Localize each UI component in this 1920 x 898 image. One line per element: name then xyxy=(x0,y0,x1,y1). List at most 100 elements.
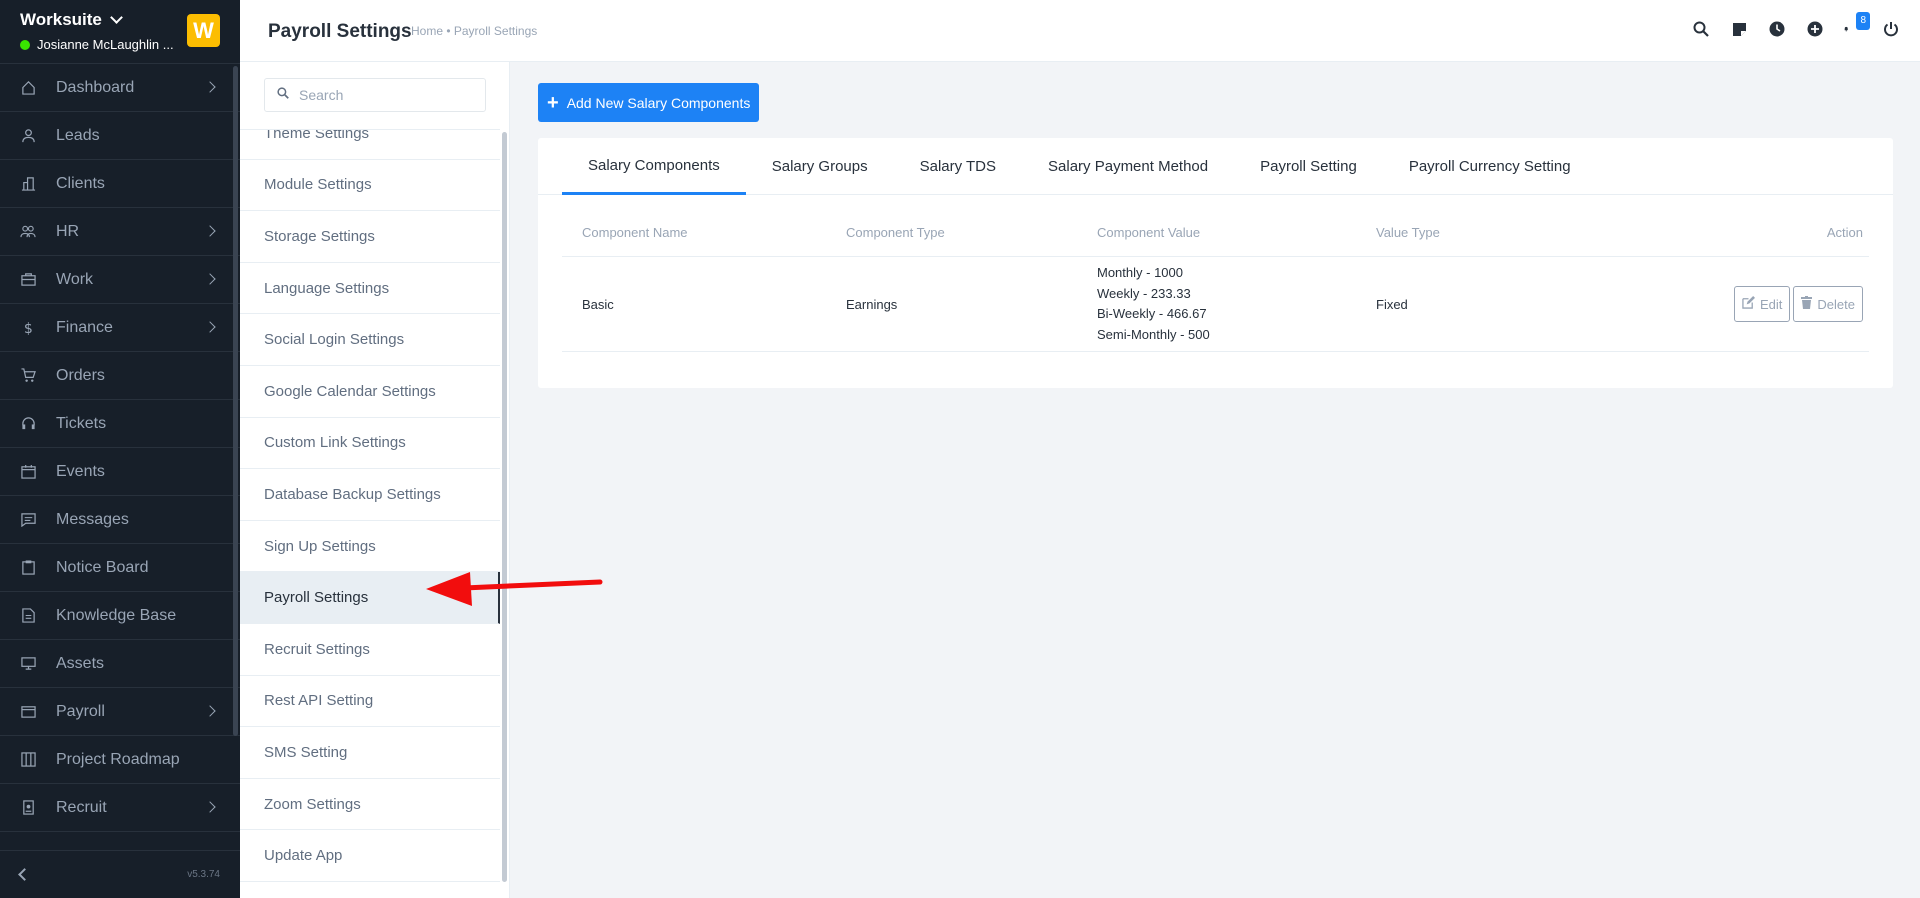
clock-icon[interactable] xyxy=(1768,20,1786,38)
search-icon[interactable] xyxy=(1692,20,1710,38)
monitor-icon xyxy=(20,656,36,672)
columns-icon xyxy=(20,752,36,768)
add-button-label: Add New Salary Components xyxy=(566,94,751,111)
chevron-right-icon xyxy=(204,81,216,93)
tab-salary-components[interactable]: Salary Components xyxy=(562,138,746,195)
sidebar-item-label: Dashboard xyxy=(56,78,135,96)
sidebar-item-hr[interactable]: HR xyxy=(0,208,240,256)
settings-item-recruit-settings[interactable]: Recruit Settings xyxy=(240,624,500,676)
tab-payroll-currency-setting[interactable]: Payroll Currency Setting xyxy=(1383,138,1597,195)
sticky-note-icon[interactable] xyxy=(1730,20,1748,38)
sidebar-scrollbar[interactable] xyxy=(233,66,238,736)
sidebar-item-payroll[interactable]: Payroll xyxy=(0,688,240,736)
sidebar-item-tickets[interactable]: Tickets xyxy=(0,400,240,448)
delete-button[interactable]: Delete xyxy=(1793,286,1863,322)
sidebar-item-finance[interactable]: $ Finance xyxy=(0,304,240,352)
sidebar-item-clients[interactable]: Clients xyxy=(0,160,240,208)
main-sidebar: Worksuite Josianne McLaughlin ... W Dash… xyxy=(0,0,240,898)
settings-item-module-settings[interactable]: Module Settings xyxy=(240,160,500,212)
settings-item-theme-settings[interactable]: Theme Settings xyxy=(240,130,500,160)
biweekly-value: Bi-Weekly - 466.67 xyxy=(1097,306,1207,321)
col-header-component-value: Component Value xyxy=(1097,225,1201,240)
bell-icon[interactable]: 8 xyxy=(1844,12,1870,38)
sidebar-item-work[interactable]: Work xyxy=(0,256,240,304)
sidebar-item-leads[interactable]: Leads xyxy=(0,112,240,160)
sidebar-item-label: Finance xyxy=(56,318,113,336)
sidebar-item-dashboard[interactable]: Dashboard xyxy=(0,64,240,112)
building-icon xyxy=(20,176,36,192)
trash-icon xyxy=(1801,296,1813,312)
settings-search-box[interactable] xyxy=(264,78,486,112)
tab-salary-payment-method[interactable]: Salary Payment Method xyxy=(1022,138,1234,195)
sidebar-menu: Dashboard Leads Clients HR Work $ Finance Order… xyxy=(0,64,240,832)
sidebar-item-events[interactable]: Events xyxy=(0,448,240,496)
search-icon xyxy=(277,86,289,104)
person-icon xyxy=(20,128,36,144)
settings-item-social-login-settings[interactable]: Social Login Settings xyxy=(240,314,500,366)
page-title: Payroll Settings xyxy=(268,21,412,42)
chevron-down-icon xyxy=(110,11,123,24)
col-header-component-type: Component Type xyxy=(846,225,945,240)
salary-components-panel: Salary Components Salary Groups Salary TDS… xyxy=(538,138,1893,388)
sidebar-item-notice-board[interactable]: Notice Board xyxy=(0,544,240,592)
dollar-icon: $ xyxy=(20,320,36,336)
header-icons: 8 xyxy=(1692,12,1900,38)
settings-list: Theme Settings Module Settings Storage Set… xyxy=(240,129,500,898)
settings-item-sms-setting[interactable]: SMS Setting xyxy=(240,727,500,779)
add-circle-icon[interactable] xyxy=(1806,20,1824,38)
wallet-icon xyxy=(20,704,36,720)
col-header-component-name: Component Name xyxy=(582,225,688,240)
settings-item-google-calendar-settings[interactable]: Google Calendar Settings xyxy=(240,366,500,418)
salary-components-table: Component Name Component Type Component … xyxy=(562,225,1869,352)
app-version: v5.3.74 xyxy=(187,869,220,880)
sidebar-item-label: Events xyxy=(56,462,105,480)
power-icon[interactable] xyxy=(1882,20,1900,38)
edit-button[interactable]: Edit xyxy=(1734,286,1791,322)
sidebar-item-assets[interactable]: Assets xyxy=(0,640,240,688)
tab-salary-tds[interactable]: Salary TDS xyxy=(894,138,1022,195)
settings-item-update-app[interactable]: Update App xyxy=(240,830,500,882)
sidebar-item-project-roadmap[interactable]: Project Roadmap xyxy=(0,736,240,784)
settings-item-language-settings[interactable]: Language Settings xyxy=(240,263,500,315)
sidebar-item-knowledge-base[interactable]: Knowledge Base xyxy=(0,592,240,640)
settings-item-rest-api-setting[interactable]: Rest API Setting xyxy=(240,676,500,728)
tab-payroll-setting[interactable]: Payroll Setting xyxy=(1234,138,1383,195)
action-cell: Edit Delete xyxy=(1676,286,1869,322)
sidebar-item-label: Tickets xyxy=(56,414,107,432)
chevron-right-icon xyxy=(204,705,216,717)
settings-item-sign-up-settings[interactable]: Sign Up Settings xyxy=(240,521,500,573)
weekly-value: Weekly - 233.33 xyxy=(1097,285,1191,301)
clipboard-icon xyxy=(20,560,36,576)
sidebar-item-orders[interactable]: Orders xyxy=(0,352,240,400)
add-salary-component-button[interactable]: + Add New Salary Components xyxy=(538,83,760,122)
settings-scrollbar[interactable] xyxy=(502,132,507,882)
plus-icon: + xyxy=(547,91,559,114)
briefcase-icon xyxy=(20,272,36,288)
settings-item-database-backup-settings[interactable]: Database Backup Settings xyxy=(240,469,500,521)
annotation-arrow xyxy=(426,572,603,606)
tab-salary-groups[interactable]: Salary Groups xyxy=(746,138,894,195)
breadcrumb: Home • Payroll Settings xyxy=(411,24,538,38)
sidebar-item-recruit[interactable]: Recruit xyxy=(0,784,240,832)
sidebar-item-label: Project Roadmap xyxy=(56,750,180,768)
sidebar-item-label: Knowledge Base xyxy=(56,606,177,624)
chevron-right-icon xyxy=(204,225,216,237)
sidebar-item-label: Recruit xyxy=(56,798,107,816)
document-icon xyxy=(20,608,36,624)
settings-item-custom-link-settings[interactable]: Custom Link Settings xyxy=(240,418,500,470)
payroll-tabs: Salary Components Salary Groups Salary TDS… xyxy=(538,138,1893,195)
chevron-right-icon xyxy=(204,801,216,813)
sidebar-item-label: Assets xyxy=(56,654,105,672)
edit-label: Edit xyxy=(1760,296,1783,312)
settings-search-input[interactable] xyxy=(299,87,469,103)
collapse-sidebar-icon[interactable] xyxy=(18,868,31,881)
settings-item-storage-settings[interactable]: Storage Settings xyxy=(240,211,500,263)
sidebar-item-label: Clients xyxy=(56,174,105,192)
cart-icon xyxy=(20,368,36,384)
brand-area: Worksuite Josianne McLaughlin ... W xyxy=(0,0,240,64)
sidebar-item-messages[interactable]: Messages xyxy=(0,496,240,544)
people-icon xyxy=(20,224,36,240)
sidebar-item-label: Payroll xyxy=(56,702,105,720)
settings-item-zoom-settings[interactable]: Zoom Settings xyxy=(240,779,500,831)
app-logo: W xyxy=(187,14,220,47)
